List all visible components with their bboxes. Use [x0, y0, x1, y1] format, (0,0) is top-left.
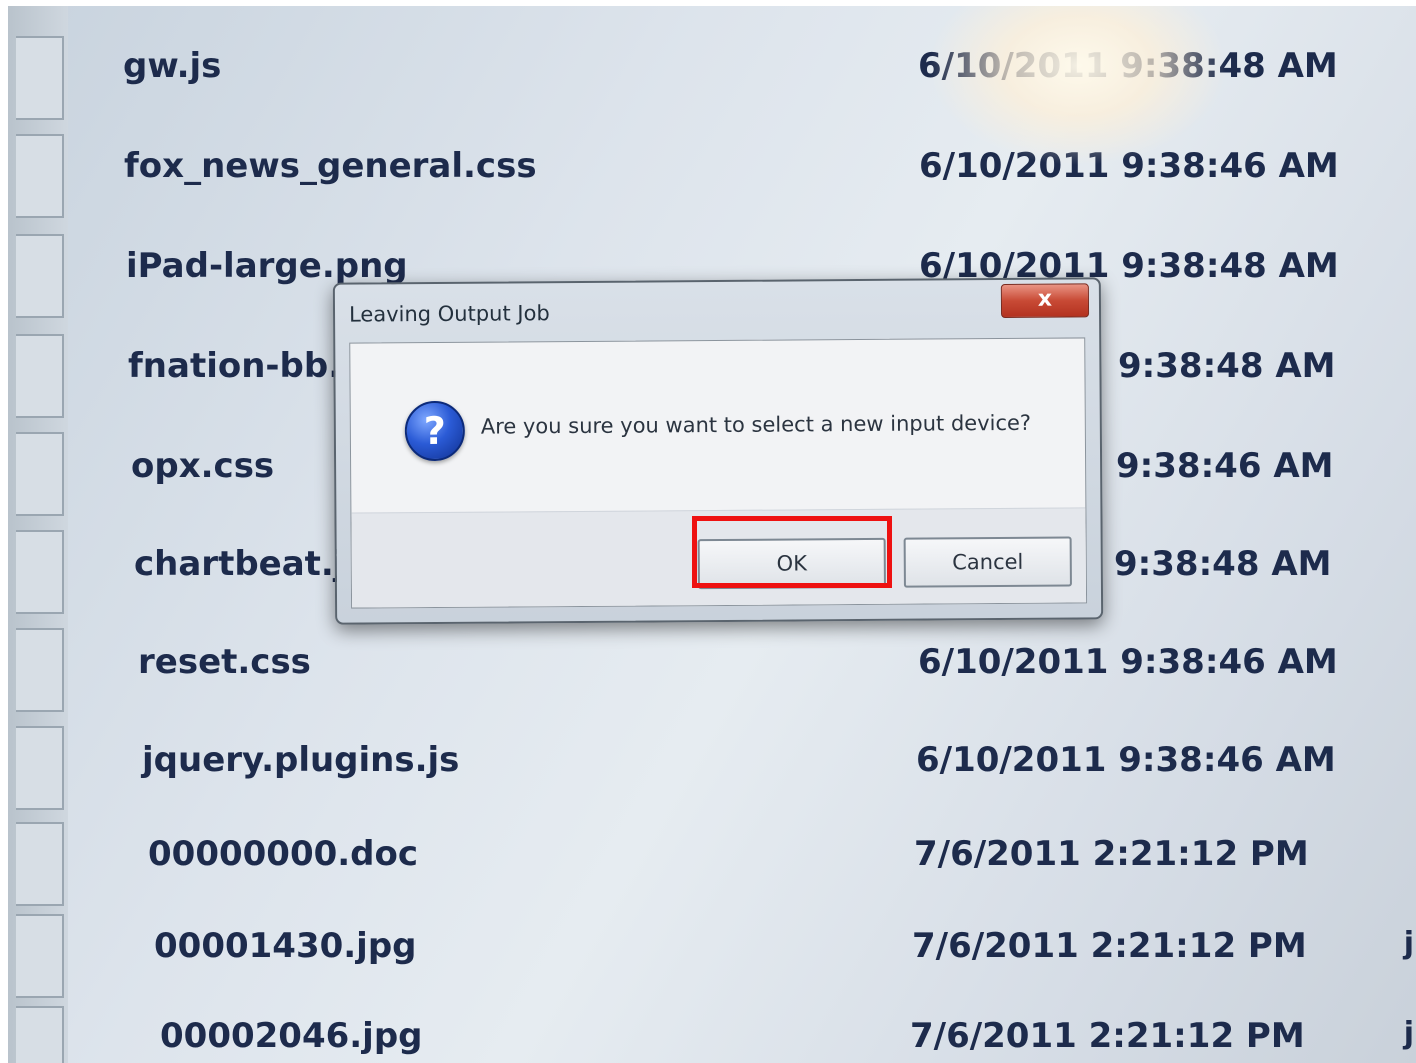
file-row[interactable]: 00000000.doc 7/6/2011 2:21:12 PM: [8, 834, 1416, 932]
file-date: 9:38:48 AM: [1118, 346, 1336, 386]
file-row[interactable]: 00002046.jpg 7/6/2011 2:21:12 PM j: [8, 1016, 1416, 1063]
file-row[interactable]: 00001430.jpg 7/6/2011 2:21:12 PM j: [8, 926, 1416, 1024]
file-name: 00001430.jpg: [154, 926, 417, 966]
truncated-column-text: j: [1403, 1016, 1414, 1051]
file-date: 7/6/2011 2:21:12 PM: [910, 1016, 1305, 1056]
dialog-message: Are you sure you want to select a new in…: [480, 410, 1032, 439]
file-date: 7/6/2011 2:21:12 PM: [914, 834, 1309, 874]
file-row[interactable]: reset.css 6/10/2011 9:38:46 AM: [8, 642, 1416, 740]
file-name: fox_news_general.css: [124, 146, 537, 186]
file-date: 6/10/2011 9:38:46 AM: [916, 740, 1336, 780]
dialog-title: Leaving Output Job: [348, 301, 550, 327]
file-date: 7/6/2011 2:21:12 PM: [912, 926, 1307, 966]
file-name: fnation-bb.: [128, 346, 342, 386]
ok-button-highlight: [692, 516, 892, 588]
file-name: 00000000.doc: [148, 834, 419, 874]
file-name: 00002046.jpg: [160, 1016, 423, 1056]
file-name: chartbeat.js: [134, 544, 366, 584]
file-date: 6/10/2011 9:38:48 AM: [918, 46, 1338, 86]
file-date: 6/10/2011 9:38:46 AM: [919, 146, 1339, 186]
file-name: iPad-large.png: [126, 246, 408, 286]
file-row[interactable]: jquery.plugins.js 6/10/2011 9:38:46 AM: [8, 740, 1416, 838]
file-name: reset.css: [138, 642, 311, 682]
cancel-button[interactable]: Cancel: [903, 536, 1072, 588]
file-date: 6/10/2011 9:38:46 AM: [918, 642, 1338, 682]
question-icon: ?: [404, 400, 466, 462]
file-row[interactable]: gw.js 6/10/2011 9:38:48 AM: [8, 46, 1416, 144]
file-date: 9:38:48 AM: [1114, 544, 1332, 584]
close-button[interactable]: x: [1000, 283, 1090, 319]
file-name: jquery.plugins.js: [142, 740, 460, 780]
file-name: gw.js: [123, 46, 222, 86]
truncated-column-text: j: [1403, 926, 1414, 961]
file-row[interactable]: fox_news_general.css 6/10/2011 9:38:46 A…: [8, 146, 1416, 244]
file-name: opx.css: [131, 446, 275, 486]
file-date: 9:38:46 AM: [1116, 446, 1334, 486]
